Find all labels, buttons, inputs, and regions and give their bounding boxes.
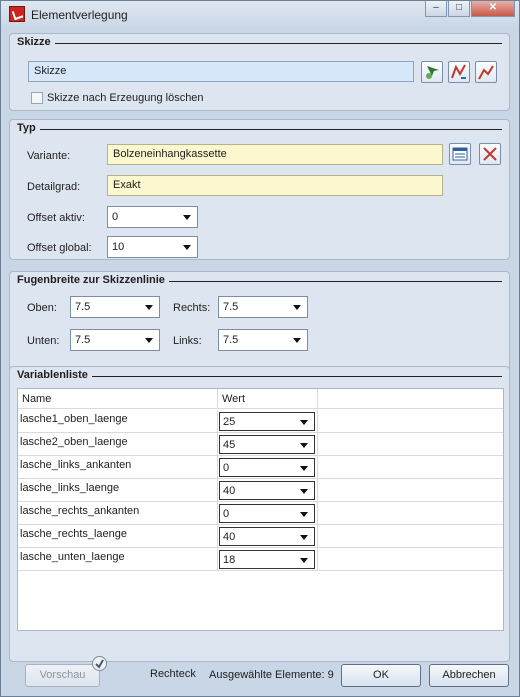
table-row[interactable]: lasche_links_laenge 40 [18,479,503,502]
variable-table[interactable]: Name Wert lasche1_oben_laenge 25 lasche2… [17,388,504,631]
variable-value: 40 [223,531,236,543]
table-row[interactable]: lasche2_oben_laenge 45 [18,433,503,456]
links-label: Links: [173,335,202,347]
chevron-down-icon [183,245,191,250]
variante-label: Variante: [27,150,71,162]
maximize-button[interactable]: □ [448,1,470,17]
detailgrad-field[interactable]: Exakt [107,175,443,196]
chevron-down-icon [145,305,153,310]
sketch-edit-button[interactable] [448,61,470,83]
oben-label: Oben: [27,302,57,314]
chevron-down-icon [300,489,308,494]
skizze-group: Skizze Skizze Skizze nach Erzeugung lösc… [9,33,510,111]
chevron-down-icon [293,338,301,343]
rechts-label: Rechts: [173,302,211,314]
fugenbreite-heading: Fugenbreite zur Skizzenlinie [17,274,169,286]
chevron-down-icon [300,512,308,517]
vorschau-button[interactable]: Vorschau [25,664,100,687]
offset-global-label: Offset global: [27,242,92,254]
offset-global-value: 10 [112,241,125,253]
variable-name: lasche_unten_laenge [20,551,125,563]
rechteck-label: Rechteck [150,668,196,680]
app-icon [9,6,25,22]
chevron-down-icon [293,305,301,310]
variable-value-select[interactable]: 0 [219,504,315,523]
variable-value-select[interactable]: 40 [219,527,315,546]
variable-value-select[interactable]: 0 [219,458,315,477]
variable-value-select[interactable]: 25 [219,412,315,431]
close-button[interactable]: ✕ [471,1,515,17]
typ-group: Typ Variante: Bolzeneinhangkassette Deta… [9,119,510,260]
variable-name: lasche_rechts_ankanten [20,505,140,517]
chevron-down-icon [145,338,153,343]
offset-aktiv-label: Offset aktiv: [27,212,85,224]
variable-value: 0 [223,508,230,520]
column-header-wert[interactable]: Wert [218,389,318,409]
offset-global-select[interactable]: 10 [107,236,198,258]
rechts-value: 7.5 [223,301,239,313]
check-icon [92,656,107,671]
sketch-edit-icon [451,64,466,79]
unten-value: 7.5 [75,334,91,346]
chevron-down-icon [300,443,308,448]
variable-name: lasche_rechts_laenge [20,528,128,540]
variante-field[interactable]: Bolzeneinhangkassette [107,144,443,165]
oben-select[interactable]: 7.5 [70,296,160,318]
variable-name: lasche_links_ankanten [20,459,132,471]
variable-value: 45 [223,439,236,451]
variable-value: 25 [223,416,236,428]
variable-value-select[interactable]: 18 [219,550,315,569]
variable-value: 40 [223,485,236,497]
ok-button[interactable]: OK [341,664,421,687]
chevron-down-icon [183,215,191,220]
unten-label: Unten: [27,335,60,347]
table-row[interactable]: lasche1_oben_laenge 25 [18,410,503,433]
variable-name: lasche2_oben_laenge [20,436,128,448]
rechts-select[interactable]: 7.5 [218,296,308,318]
selected-count-label: Ausgewählte Elemente: 9 [209,669,334,681]
unten-select[interactable]: 7.5 [70,329,160,351]
variable-value-select[interactable]: 40 [219,481,315,500]
links-select[interactable]: 7.5 [218,329,308,351]
sketch-line-icon [478,65,494,80]
variante-clear-button[interactable] [479,143,501,165]
title-bar[interactable]: Elementverlegung – □ ✕ [1,1,519,28]
skizze-delete-label: Skizze nach Erzeugung löschen [47,92,204,104]
table-row[interactable]: lasche_rechts_ankanten 0 [18,502,503,525]
abbrechen-button[interactable]: Abbrechen [429,664,509,687]
variable-value-select[interactable]: 45 [219,435,315,454]
variante-browse-button[interactable] [449,143,471,165]
column-header-name[interactable]: Name [18,389,218,409]
dialog-window: Elementverlegung – □ ✕ Skizze Skizze Skizz… [0,0,520,697]
variablenliste-heading: Variablenliste [17,369,92,381]
chevron-down-icon [300,558,308,563]
detailgrad-label: Detailgrad: [27,181,81,193]
table-row[interactable]: lasche_unten_laenge 18 [18,548,503,571]
delete-icon [483,147,497,161]
skizze-field[interactable]: Skizze [28,61,414,82]
variable-value: 18 [223,554,236,566]
variable-name: lasche1_oben_laenge [20,413,128,425]
pick-sketch-icon [426,66,439,79]
window-title: Elementverlegung [31,8,128,22]
variable-value: 0 [223,462,230,474]
chevron-down-icon [300,466,308,471]
variable-name: lasche_links_laenge [20,482,120,494]
pick-sketch-button[interactable] [421,61,443,83]
list-icon [452,147,468,161]
links-value: 7.5 [223,334,239,346]
typ-heading: Typ [17,122,40,134]
minimize-button[interactable]: – [425,1,447,17]
chevron-down-icon [300,535,308,540]
table-row[interactable]: lasche_links_ankanten 0 [18,456,503,479]
skizze-heading: Skizze [17,36,55,48]
oben-value: 7.5 [75,301,91,313]
skizze-delete-checkbox[interactable] [31,92,43,104]
sketch-line-button[interactable] [475,61,497,83]
offset-aktiv-select[interactable]: 0 [107,206,198,228]
table-row[interactable]: lasche_rechts_laenge 40 [18,525,503,548]
chevron-down-icon [300,420,308,425]
offset-aktiv-value: 0 [112,211,119,223]
